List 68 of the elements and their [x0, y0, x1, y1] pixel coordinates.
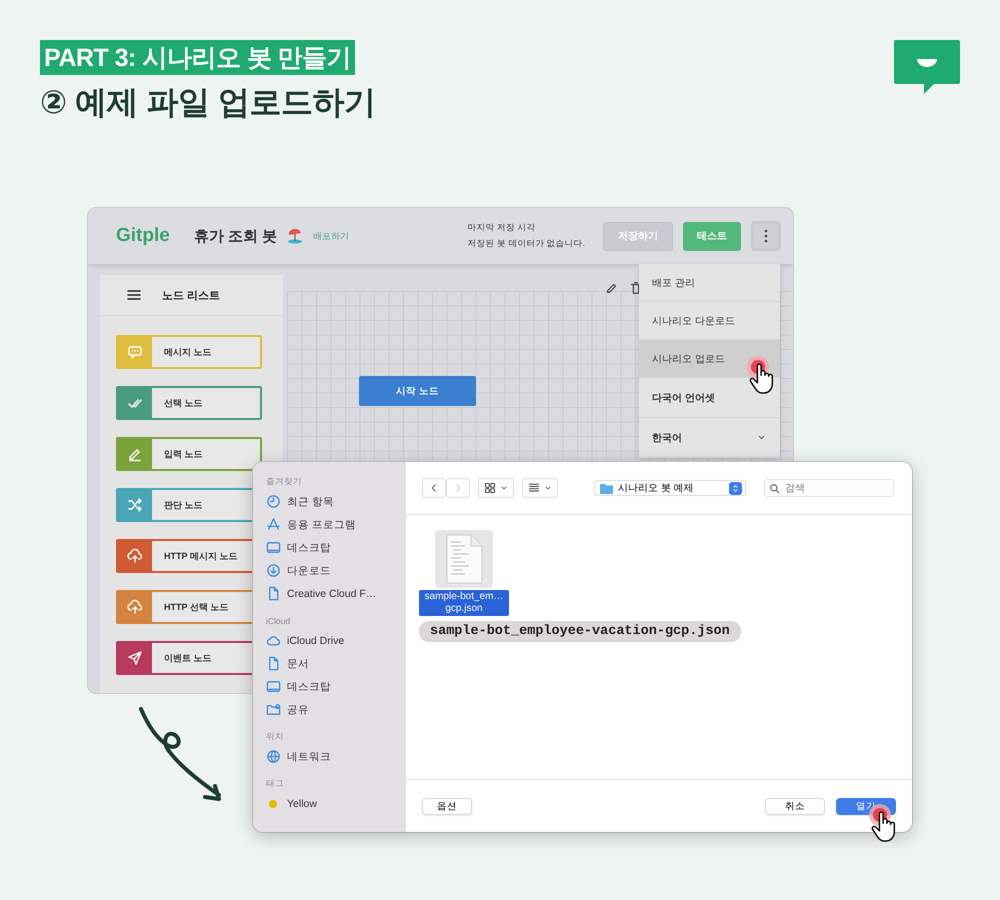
node-type-item[interactable]: 입력 노드 — [116, 437, 262, 471]
cloud-icon — [266, 633, 281, 648]
start-node[interactable]: 시작 노드 — [359, 376, 476, 406]
clock-icon — [266, 494, 281, 509]
language-select[interactable]: 한국어 — [639, 418, 780, 458]
sidebar-item[interactable]: 다운로드 — [266, 559, 406, 582]
chat-icon — [127, 344, 143, 360]
desktop-icon — [266, 679, 281, 694]
sidebar-section-title: 위치 — [266, 730, 285, 743]
back-button[interactable] — [422, 478, 446, 498]
more-menu-button[interactable] — [751, 221, 781, 251]
sidebar-item[interactable]: 응용 프로그램 — [266, 513, 406, 536]
sidebar-item[interactable]: 공유 — [266, 698, 406, 721]
filename-callout: sample-bot_employee-vacation-gcp.json — [419, 621, 741, 642]
folder-select[interactable]: 시나리오 봇 예제 — [594, 480, 746, 496]
node-type-item[interactable]: 메시지 노드 — [116, 335, 262, 369]
sidebar-item[interactable]: Yellow — [266, 792, 406, 815]
chevron-down-icon — [757, 433, 766, 442]
icon-view-button[interactable] — [478, 478, 514, 498]
document-icon — [266, 656, 281, 671]
sidebar-item[interactable]: 최근 항목 — [266, 490, 406, 513]
menu-item[interactable]: 배포 관리 — [639, 264, 780, 302]
download-icon — [266, 563, 281, 578]
part-badge: PART 3: 시나리오 봇 만들기 — [40, 40, 356, 75]
globe-icon — [266, 749, 281, 764]
sidebar-item[interactable]: 네트워크 — [266, 745, 406, 768]
pencil-icon — [605, 281, 619, 295]
sidebar-section-title: 태그 — [266, 777, 285, 790]
cloud-upload-icon — [127, 599, 143, 615]
stepper-icon — [731, 484, 740, 492]
bot-name: 휴가 조회 봇 — [194, 226, 278, 246]
chevron-down-icon — [500, 484, 508, 492]
sidebar-section-title: iCloud — [266, 615, 292, 628]
beach-umbrella-icon — [287, 228, 304, 244]
cancel-button[interactable]: 취소 — [765, 798, 825, 814]
sidebar-item[interactable]: iCloud Drive — [266, 629, 406, 652]
sidebar-item[interactable]: 데스크탑 — [266, 675, 406, 698]
apps-icon — [266, 517, 281, 532]
rows-icon — [528, 482, 540, 494]
file-item[interactable]: sample-bot_em…gcp.json — [419, 530, 509, 616]
search-field[interactable]: 검색 — [764, 479, 894, 497]
sidebar-section-title: 즐겨찾기 — [266, 475, 303, 488]
group-view-button[interactable] — [522, 478, 558, 498]
node-type-item[interactable]: 선택 노드 — [116, 386, 262, 420]
shared-folder-icon — [266, 702, 281, 717]
forward-button[interactable] — [446, 478, 470, 498]
sidebar-item[interactable]: 데스크탑 — [266, 536, 406, 559]
cloud-upload-icon — [127, 548, 143, 564]
desktop-icon — [266, 540, 281, 555]
search-icon — [769, 483, 780, 494]
options-button[interactable]: 옵션 — [422, 798, 472, 814]
document-thumbnail-icon — [445, 534, 483, 584]
save-status-text: 저장된 봇 데이터가 없습니다. — [468, 238, 585, 250]
page-title: ② 예제 파일 업로드하기 — [40, 83, 376, 122]
sidebar-item[interactable]: 문서 — [266, 652, 406, 675]
send-icon — [127, 650, 143, 666]
document-icon — [266, 586, 281, 601]
panel-title: 노드 리스트 — [162, 288, 220, 302]
chat-bubble-logo-icon — [894, 40, 960, 96]
app-logo: Gitple — [116, 225, 170, 247]
grid-icon — [484, 482, 496, 494]
chevron-down-icon — [544, 484, 552, 492]
more-vertical-icon — [764, 229, 768, 243]
shuffle-icon — [127, 497, 143, 513]
save-status-text: 마지막 저장 시각 — [468, 222, 536, 234]
menu-item[interactable]: 시나리오 업로드 — [639, 340, 780, 378]
sidebar-item[interactable]: Creative Cloud F… — [266, 582, 406, 605]
folder-icon — [600, 482, 613, 494]
